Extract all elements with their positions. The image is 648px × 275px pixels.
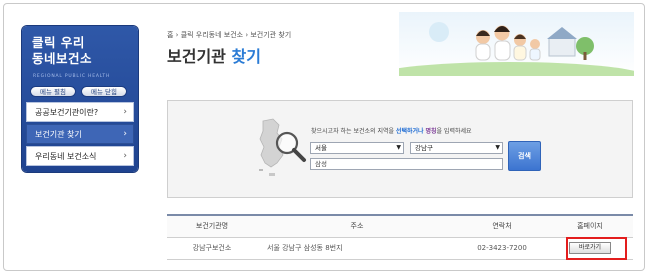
sidebar-menu: 공공보건기관이란? › 보건기관 찾기 › 우리동네 보건소식 › [26,102,134,168]
chevron-right-icon: › [123,151,127,161]
sidebar-item-find-facility[interactable]: 보건기관 찾기 › [26,124,134,144]
menu-expand-button[interactable]: 메뉴 펼침 [30,86,76,97]
family-illustration [399,22,634,76]
chevron-right-icon: › [123,129,127,139]
district-select-value: 강남구 [415,144,433,152]
search-instruction-name: 명칭 [425,128,437,135]
breadcrumb: 홈 › 클릭 우리동네 보건소 › 보건기관 찾기 [167,31,292,39]
chevron-right-icon: › [123,107,127,117]
sidebar-title: 클릭 우리 동네보건소 [32,35,92,67]
sidebar-item-local-news[interactable]: 우리동네 보건소식 › [26,146,134,166]
sidebar-item-label: 보건기관 찾기 [35,129,82,139]
phone-cell: 02-3423-7200 [457,237,547,260]
search-instruction-suffix: 을 입력하세요 [436,128,472,135]
search-panel: 찾으시고자 하는 보건소의 지역을 선택하거나 명칭을 입력하세요 서울 ▼ 강… [167,100,633,198]
sidebar-item-label: 공공보건기관이란? [35,107,99,117]
column-header-name: 보건기관명 [167,214,257,238]
city-select-value: 서울 [315,144,327,152]
results-table: 보건기관명 주소 연락처 홈페이지 강남구보건소 서울 강남구 삼성동 8번지 … [167,214,633,260]
sidebar-subtitle: REGIONAL PUBLIC HEALTH [33,74,111,79]
table-header-row: 보건기관명 주소 연락처 홈페이지 [167,214,633,238]
korea-map-magnifier-icon [259,118,306,176]
sidebar-toggle-group: 메뉴 펼침 메뉴 닫힘 [30,86,127,97]
column-header-address: 주소 [257,214,457,238]
highlight-box [566,237,627,260]
column-header-phone: 연락처 [457,214,547,238]
column-header-homepage: 홈페이지 [547,214,633,238]
search-button[interactable]: 검색 [508,141,541,171]
address-cell: 서울 강남구 삼성동 8번지 [257,237,457,260]
facility-name-cell: 강남구보건소 [167,237,257,260]
search-instruction-select: 선택하거나 [395,128,424,135]
page-title: 보건기관 찾기 [167,43,261,67]
page-title-accent: 찾기 [231,47,261,66]
search-instruction: 찾으시고자 하는 보건소의 지역을 선택하거나 명칭을 입력하세요 [311,126,472,135]
table-row: 강남구보건소 서울 강남구 삼성동 8번지 02-3423-7200 바로가기 [167,237,633,260]
page-title-main: 보건기관 [167,47,226,66]
sidebar-item-public-health-info[interactable]: 공공보건기관이란? › [26,102,134,122]
city-select[interactable]: 서울 ▼ [310,142,404,154]
sidebar-title-line1: 클릭 우리 [32,35,85,50]
sidebar-title-line2: 동네보건소 [32,51,93,66]
menu-collapse-button[interactable]: 메뉴 닫힘 [81,86,127,97]
sidebar: 클릭 우리 동네보건소 REGIONAL PUBLIC HEALTH 메뉴 펼침… [22,26,138,172]
page-frame: 클릭 우리 동네보건소 REGIONAL PUBLIC HEALTH 메뉴 펼침… [3,3,645,271]
sidebar-item-label: 우리동네 보건소식 [35,151,97,161]
facility-name-input[interactable]: 삼성 [310,158,503,170]
dropdown-arrow-icon: ▼ [396,144,401,151]
district-select[interactable]: 강남구 ▼ [410,142,503,154]
dropdown-arrow-icon: ▼ [495,144,500,151]
search-instruction-prefix: 찾으시고자 하는 보건소의 지역을 [311,128,396,135]
family-banner-image [399,12,634,76]
